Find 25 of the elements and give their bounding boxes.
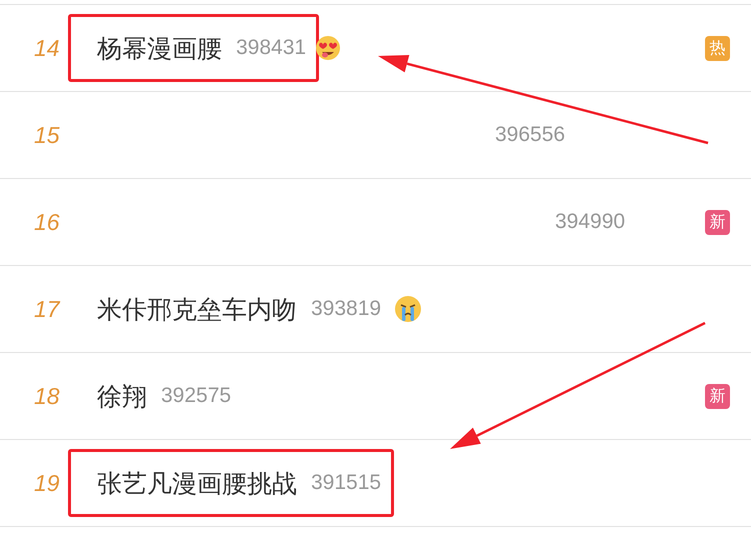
hot-search-row[interactable]: 17 米佧邢克垒车内吻 393819	[0, 266, 751, 353]
heart-eyes-emoji-icon	[315, 35, 342, 61]
topic-badge: 新	[705, 384, 730, 408]
rank-number: 18	[34, 382, 61, 410]
heat-count: 396556	[495, 123, 566, 147]
rank-number: 17	[34, 296, 62, 322]
hot-search-row[interactable]: 18 徐翔 392575 新	[0, 353, 751, 440]
topic-title: 米佧邢克垒车内吻	[97, 294, 297, 326]
topic-badge: 新	[705, 210, 730, 234]
heat-count: 394990	[555, 210, 626, 234]
rank-number: 14	[34, 34, 61, 62]
hot-search-row[interactable]: 19 张艺凡漫画腰挑战 391515	[0, 440, 751, 527]
topic-title: 杨幂漫画腰	[97, 32, 222, 64]
rank-number: 15	[34, 122, 61, 148]
heat-count: 398431	[236, 36, 306, 60]
heat-count: 391515	[311, 471, 382, 495]
heat-count: 392575	[161, 384, 232, 408]
rank-number: 19	[34, 470, 61, 496]
rank-number: 16	[34, 208, 61, 236]
heat-count: 393819	[311, 297, 382, 321]
hot-search-row[interactable]: 14 杨幂漫画腰 398431 热	[0, 5, 751, 92]
topic-badge: 热	[705, 36, 730, 60]
topic-title: 张艺凡漫画腰挑战	[97, 468, 297, 500]
crying-emoji-icon	[394, 295, 422, 323]
topic-title: 徐翔	[97, 380, 147, 412]
